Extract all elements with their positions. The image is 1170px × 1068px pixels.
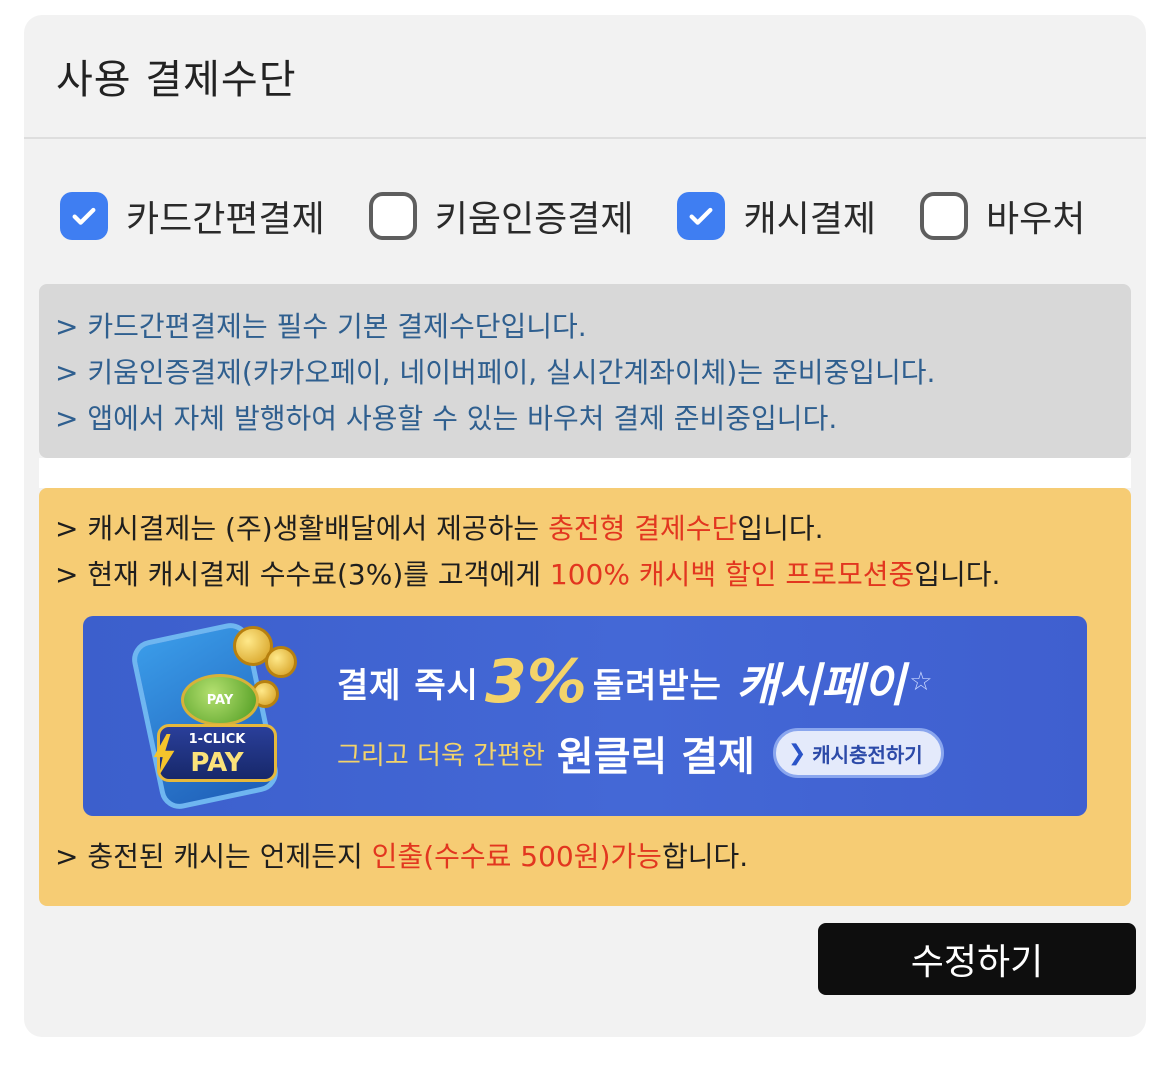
notice-line: > 키움인증결제(카카오페이, 네이버페이, 실시간계좌이체)는 준비중입니다. (55, 356, 936, 389)
banner-text: 결제 즉시 (337, 665, 479, 706)
notice-text: > 충전된 캐시는 언제든지 (55, 840, 372, 873)
payment-methods-card: 사용 결제수단 카드간편결제 키움인증결제 캐시결제 바우처 > 카드간편결제는… (24, 15, 1146, 1037)
notice-line: > 캐시결제는 (주)생활배달에서 제공하는 충전형 결제수단입니다. (55, 506, 1115, 552)
banner-text: 돌려받는 (592, 665, 722, 706)
cash-charge-button[interactable]: ❯ 캐시충전하기 (772, 728, 944, 778)
cta-label: 캐시충전하기 (812, 742, 923, 767)
cash-pay-notice: > 캐시결제는 (주)생활배달에서 제공하는 충전형 결제수단입니다. > 현재… (39, 488, 1131, 906)
banner-headline: 결제 즉시 3% 돌려받는 캐시페이 ☆ (337, 642, 933, 722)
checkbox-unchecked-icon[interactable] (919, 192, 968, 240)
divider (39, 458, 1131, 488)
banner-percent: 3% (484, 647, 587, 717)
notice-text: 입니다. (914, 558, 1001, 591)
cashpay-promo-banner[interactable]: PAY 1-CLICK PAY 결제 즉시 3% 돌려받는 캐시페이 ☆ 그리고… (83, 616, 1087, 816)
checkbox-checked-icon[interactable] (677, 192, 726, 240)
info-notice-gray: > 카드간편결제는 필수 기본 결제수단입니다. > 키움인증결제(카카오페이,… (39, 284, 1131, 458)
notice-highlight: 100% 캐시백 할인 프로모션중 (549, 558, 915, 591)
banner-subbold: 원클릭 결제 (556, 734, 755, 780)
notice-text: > 캐시결제는 (주)생활배달에서 제공하는 (55, 512, 549, 545)
notice-line: > 앱에서 자체 발행하여 사용할 수 있는 바우처 결제 준비중입니다. (55, 402, 838, 435)
badge-small-text: 1-CLICK (188, 732, 246, 747)
coin-icon (265, 646, 297, 678)
payment-method-options: 카드간편결제 키움인증결제 캐시결제 바우처 (60, 191, 1146, 241)
card-header: 사용 결제수단 (24, 15, 1146, 139)
chevron-right-icon: ❯ (787, 740, 807, 766)
banner-subtext: 그리고 더욱 간편한 (337, 740, 545, 771)
pay-button-graphic: PAY (181, 674, 259, 726)
banner-brand: 캐시페이 (735, 658, 906, 712)
method-kiwoom-auth-pay[interactable]: 키움인증결제 (368, 190, 634, 242)
notice-highlight: 인출(수수료 500원)가능 (371, 840, 662, 873)
notice-line: > 현재 캐시결제 수수료(3%)를 고객에게 100% 캐시백 할인 프로모션… (55, 552, 1115, 598)
checkbox-unchecked-icon[interactable] (368, 192, 417, 240)
checkbox-checked-icon[interactable] (60, 192, 108, 240)
method-label: 캐시결제 (743, 199, 876, 240)
notice-text: > 현재 캐시결제 수수료(3%)를 고객에게 (55, 558, 550, 591)
notice-text: 합니다. (661, 840, 749, 873)
badge-big-text: PAY (190, 748, 244, 778)
method-label: 바우처 (985, 199, 1086, 240)
method-label: 키움인증결제 (434, 199, 634, 240)
notice-line: > 카드간편결제는 필수 기본 결제수단입니다. (55, 310, 587, 343)
method-card-simple-pay[interactable]: 카드간편결제 (60, 190, 325, 242)
one-click-pay-badge: 1-CLICK PAY (157, 724, 277, 782)
notice-text: 입니다. (737, 512, 824, 545)
page-title: 사용 결제수단 (56, 57, 297, 103)
notice-line: > 충전된 캐시는 언제든지 인출(수수료 500원)가능합니다. (55, 834, 748, 880)
edit-button[interactable]: 수정하기 (818, 923, 1136, 995)
method-voucher[interactable]: 바우처 (919, 190, 1086, 242)
notice-highlight: 충전형 결제수단 (548, 512, 738, 545)
method-label: 카드간편결제 (126, 199, 325, 240)
method-cash-pay[interactable]: 캐시결제 (677, 190, 876, 242)
sparkle-icon: ☆ (909, 667, 933, 697)
banner-subline: 그리고 더욱 간편한 원클릭 결제 ❯ 캐시충전하기 (337, 726, 944, 780)
